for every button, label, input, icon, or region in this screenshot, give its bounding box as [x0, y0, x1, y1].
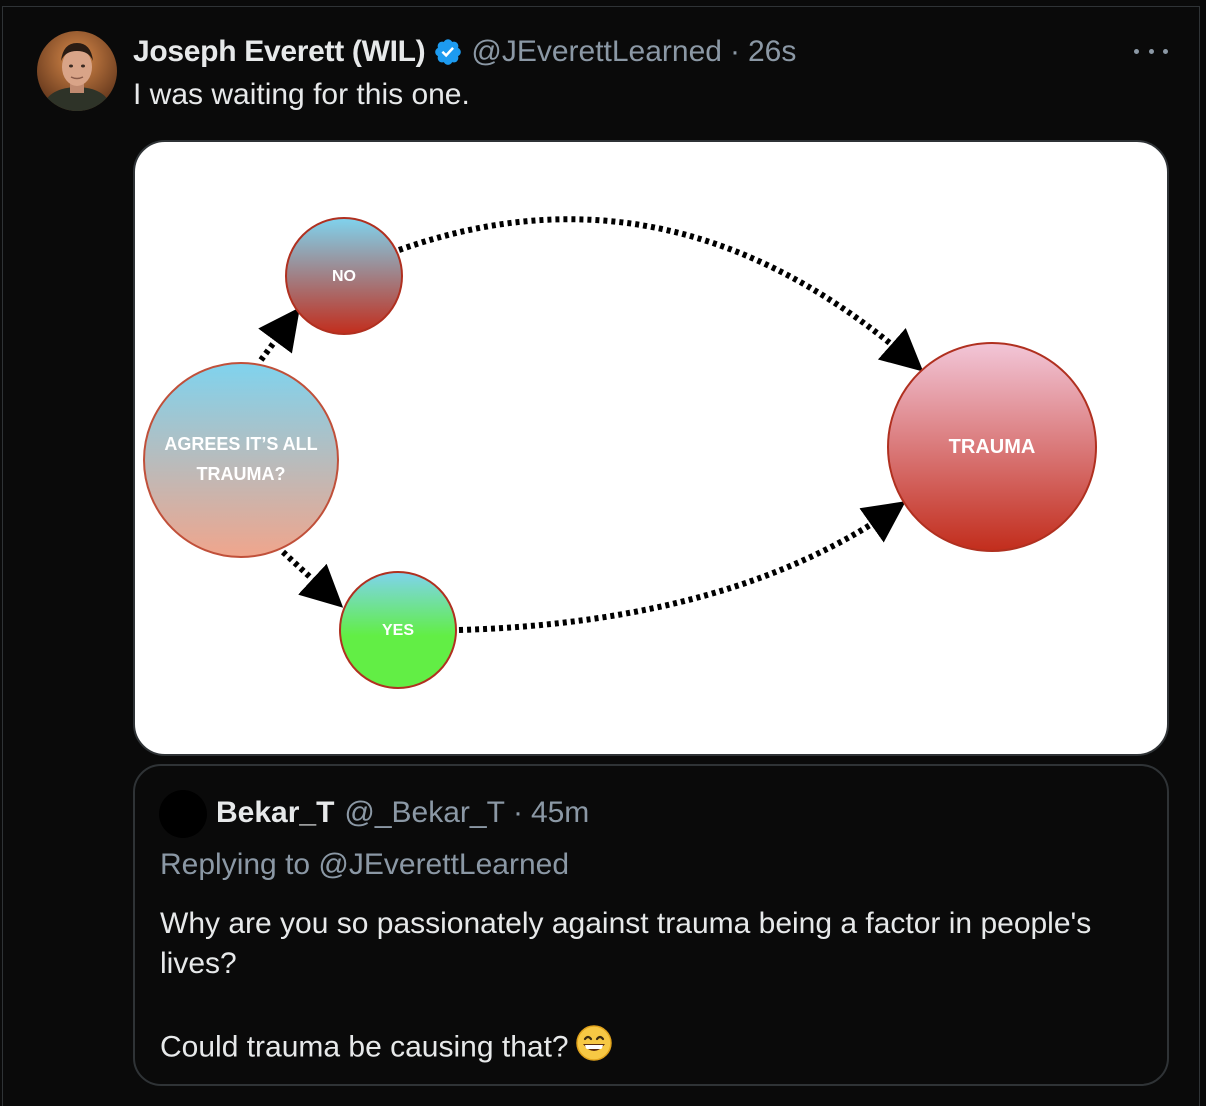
flow-diagram: NO AGREES IT’S ALL TRAUMA? YES TRAUMA — [143, 216, 1097, 689]
quoted-tweet-text: Why are you so passionately against trau… — [160, 904, 1150, 1073]
arrow-yes-to-trauma — [458, 501, 906, 633]
separator-dot: · — [512, 796, 523, 829]
verified-badge-icon — [433, 37, 463, 67]
quoted-text-line2: Could trauma be causing that? — [160, 1024, 1150, 1073]
label-trauma: TRAUMA — [949, 436, 1036, 458]
more-dot — [1163, 48, 1168, 54]
quoted-text-line2-content: Could trauma be causing that? — [160, 1030, 569, 1064]
arrow-agrees-to-yes — [280, 549, 344, 608]
label-agrees-line2: TRAUMA? — [197, 464, 286, 484]
author-avatar[interactable] — [37, 31, 117, 111]
quoted-author-name[interactable]: Bekar_T — [216, 796, 334, 830]
quoted-tweet[interactable]: Bekar_T @_Bekar_T · 45m Replying to @JEv… — [133, 764, 1169, 1086]
label-yes: YES — [382, 622, 414, 639]
tweet-media-image[interactable]: NO AGREES IT’S ALL TRAUMA? YES TRAUMA — [133, 140, 1169, 756]
tweet-timestamp[interactable]: 26s — [748, 35, 796, 69]
tweet-text: I was waiting for this one. — [133, 78, 470, 111]
label-agrees-line1: AGREES IT’S ALL — [164, 434, 317, 454]
more-options-icon[interactable] — [1134, 38, 1168, 64]
more-dot — [1134, 48, 1139, 54]
separator-dot: · — [729, 35, 740, 68]
quoted-timestamp[interactable]: 45m — [531, 796, 589, 830]
label-no: NO — [332, 268, 356, 285]
quoted-author-handle[interactable]: @_Bekar_T — [344, 796, 505, 830]
tweet-header: Joseph Everett (WIL) @JEverettLearned · … — [133, 32, 796, 72]
quoted-author-avatar[interactable] — [159, 790, 207, 838]
quoted-text-line1: Why are you so passionately against trau… — [160, 907, 1092, 980]
author-handle[interactable]: @JEverettLearned — [471, 35, 722, 69]
arrow-no-to-trauma — [397, 216, 924, 372]
more-dot — [1148, 48, 1154, 54]
quoted-tweet-header: Bekar_T @_Bekar_T · 45m — [216, 796, 589, 830]
arrow-agrees-to-no — [258, 307, 300, 362]
author-name[interactable]: Joseph Everett (WIL) — [133, 35, 426, 69]
grinning-face-icon — [575, 1024, 613, 1073]
node-agrees — [143, 362, 339, 558]
replying-to[interactable]: Replying to @JEverettLearned — [160, 848, 569, 882]
